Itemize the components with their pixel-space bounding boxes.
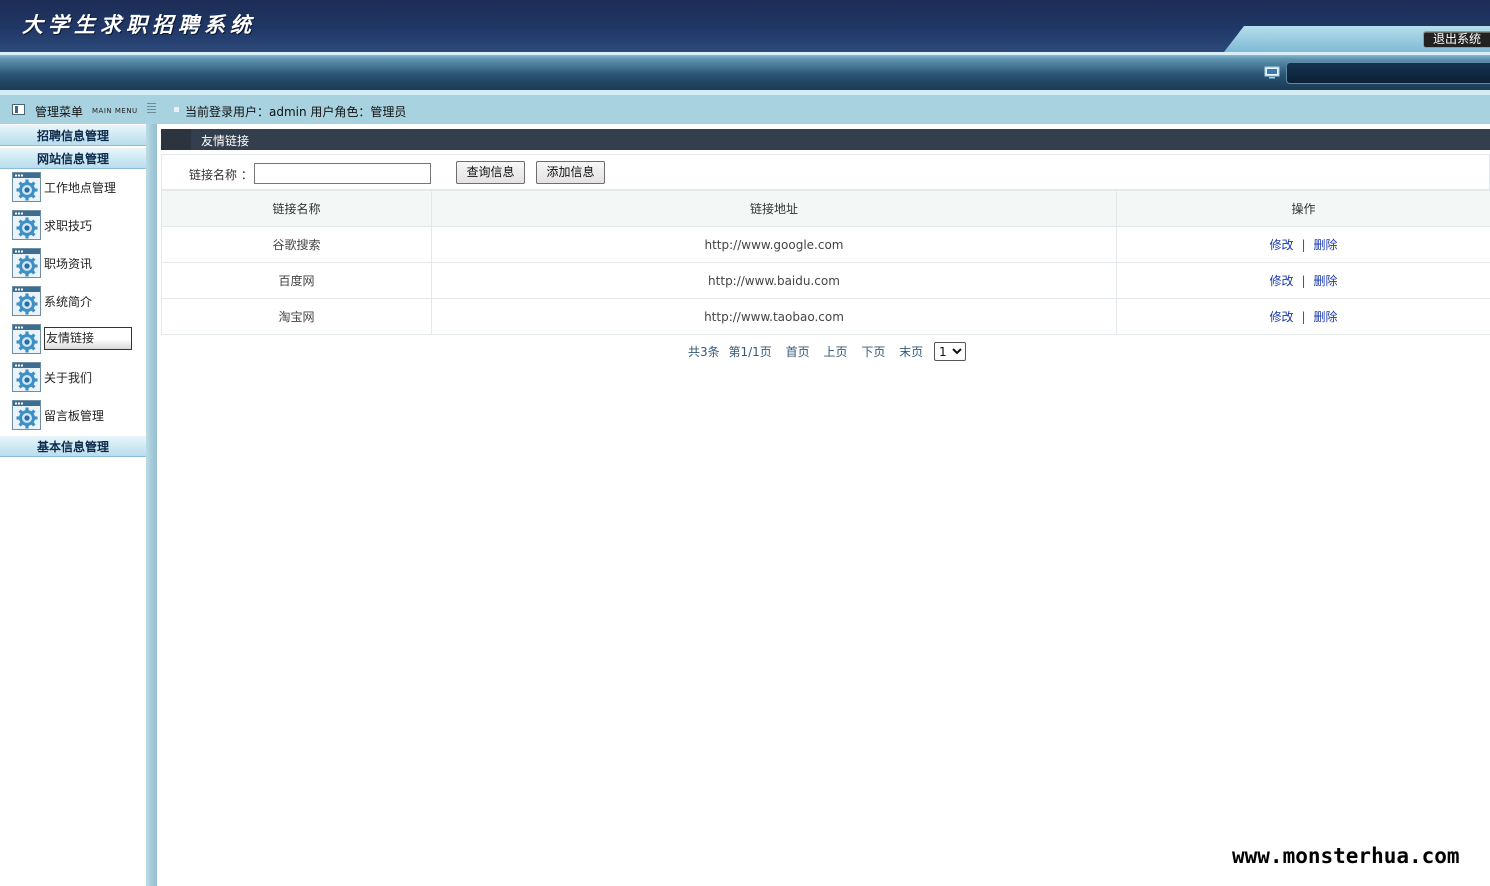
menu-item-label: 职场资讯	[44, 257, 93, 271]
menu-item-job-tips[interactable]: 求职技巧	[12, 210, 142, 240]
table-row: 淘宝网 http://www.taobao.com 修改 | 删除	[161, 298, 1490, 335]
menu-group-basic-info[interactable]: 基本信息管理	[0, 435, 146, 457]
page-select[interactable]: 1	[934, 342, 966, 361]
menu-item-label: 友情链接	[44, 327, 132, 350]
link-url-cell: http://www.taobao.com	[431, 298, 1117, 335]
page-title: 友情链接	[201, 134, 250, 148]
gear-icon	[12, 248, 41, 278]
gear-icon	[12, 172, 41, 202]
edit-link[interactable]: 修改	[1269, 274, 1293, 288]
menu-item-label: 工作地点管理	[44, 181, 117, 195]
gear-icon	[12, 362, 41, 392]
menu-item-label: 求职技巧	[44, 219, 93, 233]
main-content: 友情链接 链接名称 ： 查询信息 添加信息 链接名称 链接地址 操作 谷歌搜索 …	[157, 124, 1490, 886]
action-separator: |	[1301, 238, 1306, 252]
pagination: 共3条 第1/1页 首页 上页 下页 末页 1	[688, 342, 966, 362]
link-url-cell: http://www.google.com	[431, 226, 1117, 263]
link-name-label: 链接名称 ：	[189, 168, 253, 182]
link-name-cell: 淘宝网	[161, 298, 432, 335]
menu-item-career-news[interactable]: 职场资讯	[12, 248, 142, 278]
gear-icon	[12, 400, 41, 430]
links-table: 链接名称 链接地址 操作 谷歌搜索 http://www.google.com …	[161, 190, 1490, 335]
search-bar: 链接名称 ： 查询信息 添加信息	[161, 154, 1490, 190]
gear-icon	[12, 286, 41, 316]
pager-first-link[interactable]: 首页	[786, 343, 810, 360]
menu-group-recruitment[interactable]: 招聘信息管理	[0, 124, 146, 146]
logout-button[interactable]: 退出系统	[1423, 31, 1490, 48]
top-toolbar	[0, 52, 1490, 90]
query-button[interactable]: 查询信息	[456, 161, 525, 184]
status-bar: 当前登录用户：admin 用户角色：管理员	[157, 95, 1490, 124]
status-bullet-icon	[174, 107, 179, 112]
pager-next-link[interactable]: 下页	[861, 343, 885, 360]
link-name-cell: 谷歌搜索	[161, 226, 432, 263]
column-header-url: 链接地址	[431, 190, 1117, 227]
menu-item-work-location[interactable]: 工作地点管理	[12, 172, 142, 202]
menu-item-label: 系统简介	[44, 295, 93, 309]
login-status: 当前登录用户：admin 用户角色：管理员	[185, 105, 407, 119]
table-header-row: 链接名称 链接地址 操作	[161, 190, 1490, 227]
monitor-icon	[1264, 66, 1280, 79]
link-name-input[interactable]	[254, 163, 431, 184]
menu-item-system-intro[interactable]: 系统简介	[12, 286, 142, 316]
link-url-cell: http://www.baidu.com	[431, 262, 1117, 299]
actions-cell: 修改 | 删除	[1116, 262, 1490, 299]
delete-link[interactable]: 删除	[1314, 274, 1338, 288]
table-row: 谷歌搜索 http://www.google.com 修改 | 删除	[161, 226, 1490, 263]
menu-group-website[interactable]: 网站信息管理	[0, 147, 146, 169]
action-separator: |	[1301, 274, 1306, 288]
menu-item-about-us[interactable]: 关于我们	[12, 362, 142, 392]
app-header: 大学生求职招聘系统 退出系统	[0, 0, 1490, 52]
pager-page-info: 第1/1页	[728, 345, 772, 359]
watermark: www.monsterhua.com	[1232, 844, 1460, 868]
toolbar-field	[1286, 62, 1490, 84]
actions-cell: 修改 | 删除	[1116, 226, 1490, 263]
add-button[interactable]: 添加信息	[536, 161, 605, 184]
pager-total: 共3条	[688, 345, 720, 359]
delete-link[interactable]: 删除	[1314, 310, 1338, 324]
gear-icon	[12, 324, 41, 354]
menu-collapse-icon[interactable]	[147, 103, 156, 113]
menu-header: 管理菜单 MAIN MENU	[0, 95, 157, 124]
column-header-actions: 操作	[1116, 190, 1490, 227]
app-title: 大学生求职招聘系统	[22, 12, 256, 37]
menu-item-friend-links[interactable]: 友情链接	[12, 324, 142, 354]
link-name-cell: 百度网	[161, 262, 432, 299]
menu-title: 管理菜单	[35, 105, 84, 119]
left-frame: 管理菜单 MAIN MENU 招聘信息管理 网站信息管理 工作地点管理 求职技巧…	[0, 95, 157, 886]
action-separator: |	[1301, 310, 1306, 324]
edit-link[interactable]: 修改	[1269, 310, 1293, 324]
gear-icon	[12, 210, 41, 240]
delete-link[interactable]: 删除	[1314, 238, 1338, 252]
menu-subtitle: MAIN MENU	[92, 107, 138, 115]
panel-title-bar: 友情链接	[161, 129, 1490, 150]
menu-item-label: 关于我们	[44, 371, 93, 385]
menu-panel: 招聘信息管理 网站信息管理 工作地点管理 求职技巧 职场资讯 系统简介 友情链接…	[0, 124, 146, 886]
menu-panel-icon	[12, 104, 25, 115]
column-header-name: 链接名称	[161, 190, 432, 227]
table-row: 百度网 http://www.baidu.com 修改 | 删除	[161, 262, 1490, 299]
frame-divider[interactable]	[146, 124, 157, 886]
pager-last-link[interactable]: 末页	[899, 343, 923, 360]
menu-item-label: 留言板管理	[44, 409, 105, 423]
pager-prev-link[interactable]: 上页	[823, 343, 847, 360]
panel-title-accent	[161, 129, 191, 150]
actions-cell: 修改 | 删除	[1116, 298, 1490, 335]
menu-item-message-board[interactable]: 留言板管理	[12, 400, 142, 430]
edit-link[interactable]: 修改	[1269, 238, 1293, 252]
